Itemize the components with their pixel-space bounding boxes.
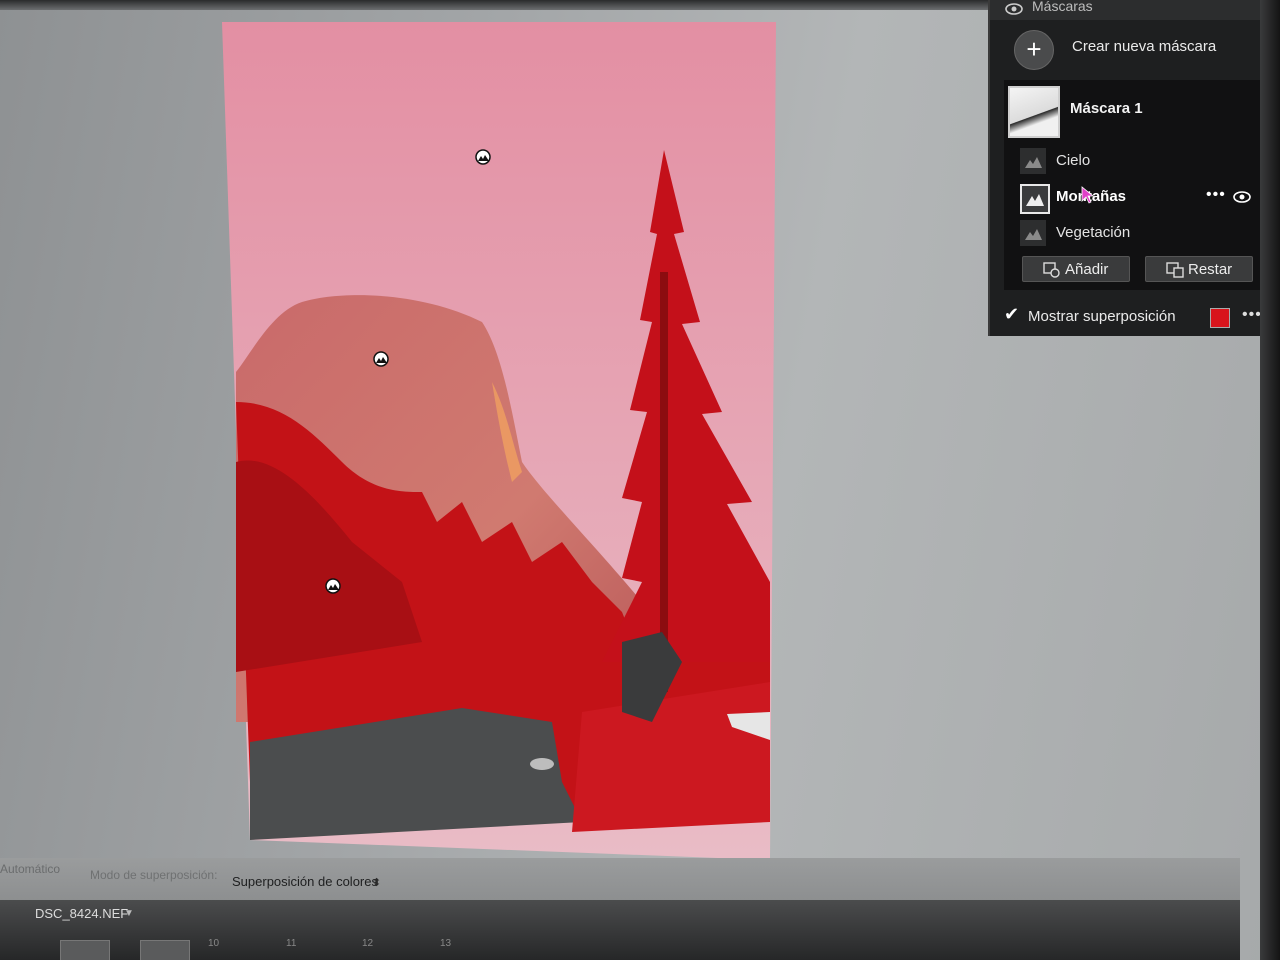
film-number: 10 [208,938,220,949]
overlay-mode-label: Modo de superposición: [90,868,218,882]
chevron-down-icon[interactable]: ▼ [124,908,134,919]
chevron-updown-icon[interactable]: ⬍ [372,876,381,889]
mask-pin-icon[interactable] [370,350,392,368]
component-label: Vegetación [1056,224,1131,241]
film-number: 12 [362,938,374,949]
subtract-button[interactable]: Restar [1145,256,1253,282]
subtract-mask-icon [1166,262,1184,278]
filmstrip: DSC_8424.NEF ▼ 10 11 12 13 [0,900,1240,960]
plus-icon[interactable]: + [1014,30,1054,70]
bottom-toolbar: Automático Modo de superposición: Superp… [0,858,1240,900]
masked-photo [222,22,776,860]
mask-component-vegetation[interactable]: Vegetación [1014,216,1264,250]
add-label: Añadir [1065,261,1109,278]
vegetation-mask-icon [1020,220,1046,246]
masks-panel: Máscaras + Crear nueva máscara Máscara 1… [988,0,1270,336]
top-strip [0,0,1000,10]
photo-canvas[interactable] [222,22,776,860]
add-mask-icon [1043,262,1061,278]
film-number: 13 [440,938,452,949]
component-label: Cielo [1056,152,1091,169]
eye-icon[interactable] [1232,190,1252,204]
subtract-label: Restar [1188,261,1233,278]
more-options-icon[interactable]: ••• [1242,306,1262,324]
panel-header: Máscaras [990,0,1270,20]
mountains-mask-icon [1020,184,1050,214]
show-overlay-row: ✔ Mostrar superposición ••• [990,300,1270,336]
mask-component-mountains[interactable]: Montañas ••• [1014,180,1264,214]
overlay-color-swatch[interactable] [1210,308,1230,328]
auto-select[interactable]: Automático [0,862,60,876]
film-thumbnail[interactable] [140,940,190,960]
sky-mask-icon [1020,148,1046,174]
checkbox-checked-icon[interactable]: ✔ [1004,304,1019,325]
file-name[interactable]: DSC_8424.NEF [35,906,128,921]
mask-name[interactable]: Máscara 1 [1070,100,1143,117]
mask-item[interactable]: Máscara 1 [1004,80,1266,140]
create-mask-label[interactable]: Crear nueva máscara [1072,38,1216,55]
mask-component-sky[interactable]: Cielo [1014,144,1264,178]
panel-title: Máscaras [1032,0,1093,14]
mouse-cursor-icon [1080,186,1096,204]
lightroom-screen: Máscaras + Crear nueva máscara Máscara 1… [0,0,1280,960]
overlay-mode-select[interactable]: Superposición de colores [232,874,378,889]
more-options-icon[interactable]: ••• [1206,186,1226,204]
create-mask-row[interactable]: + Crear nueva máscara [1000,24,1265,74]
film-number: 11 [286,938,297,949]
film-thumbnail[interactable] [60,940,110,960]
add-button[interactable]: Añadir [1022,256,1130,282]
mask-thumbnail [1008,86,1060,138]
mask-pin-icon[interactable] [322,577,344,595]
show-overlay-label[interactable]: Mostrar superposición [1028,308,1176,325]
mask-pin-icon[interactable] [472,148,494,166]
eye-icon[interactable] [1004,2,1024,16]
monitor-bezel [1260,0,1280,960]
